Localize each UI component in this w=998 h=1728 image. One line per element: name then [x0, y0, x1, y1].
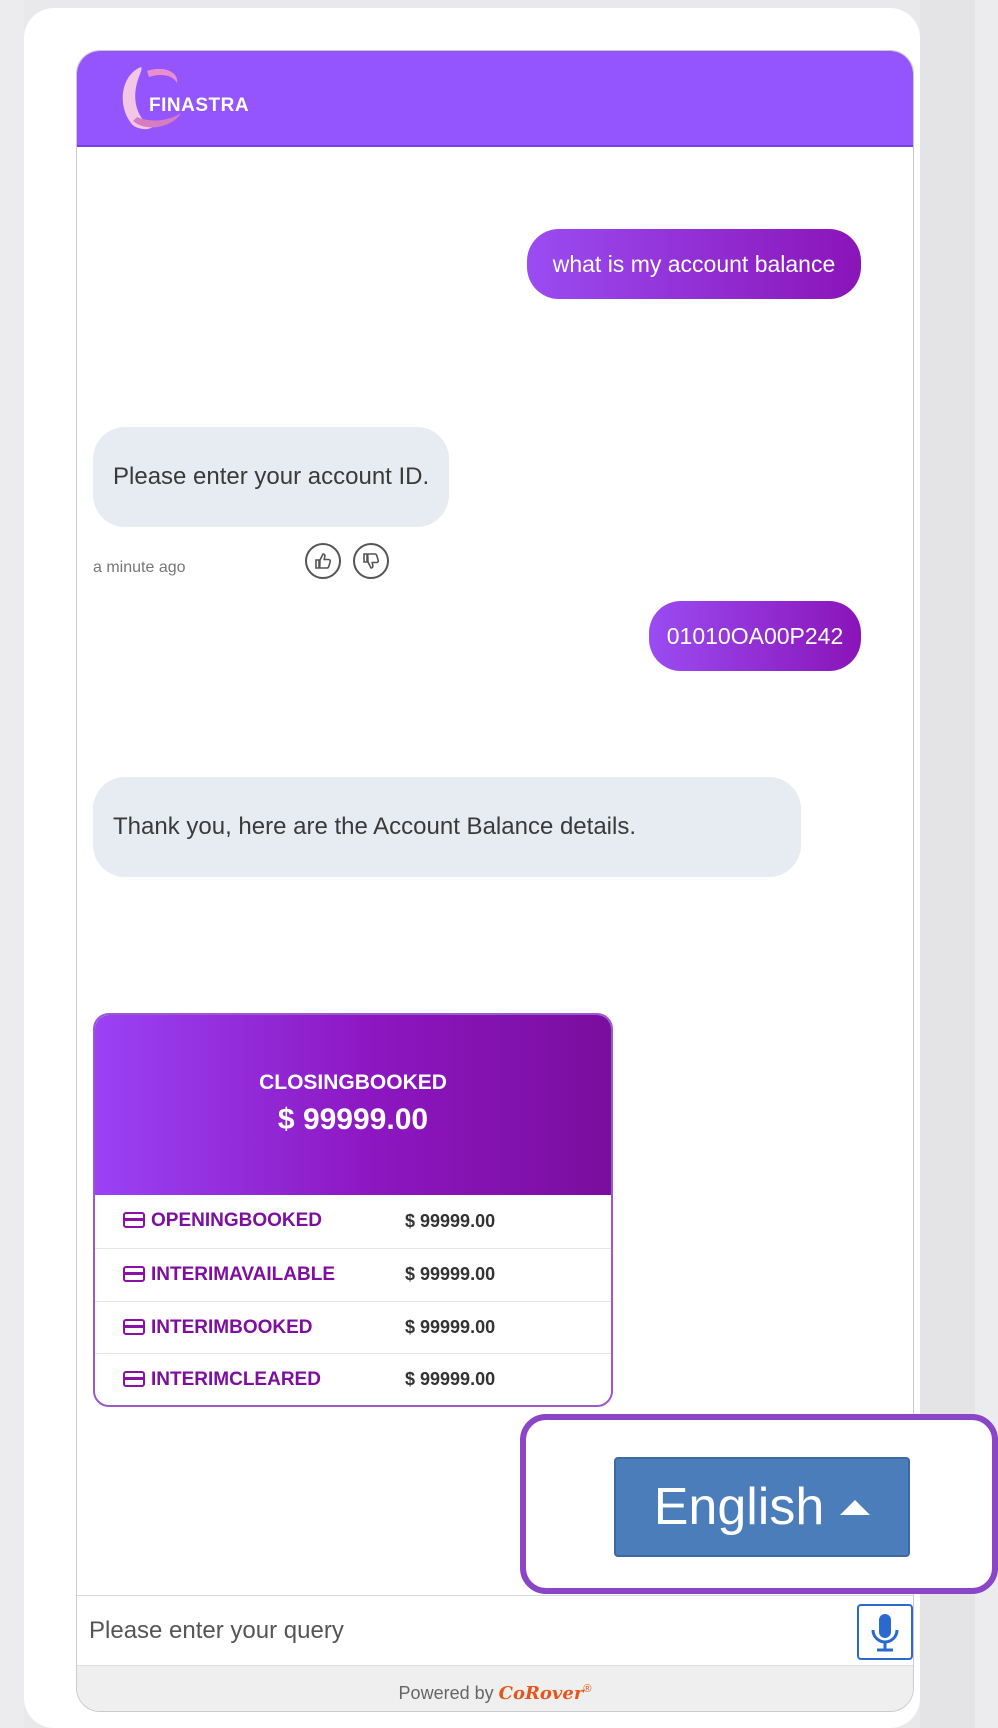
powered-by-footer: Powered by CoRover®: [77, 1665, 913, 1711]
balance-row: OPENINGBOOKED $ 99999.00: [95, 1195, 611, 1247]
balance-row-value: $ 99999.00: [405, 1210, 496, 1231]
user-message: what is my account balance: [527, 229, 861, 299]
card-icon: [123, 1266, 145, 1282]
bot-message: Thank you, here are the Account Balance …: [93, 777, 801, 877]
balance-row-label: OPENINGBOOKED: [151, 1210, 323, 1231]
microphone-button[interactable]: [857, 1604, 913, 1660]
query-input[interactable]: [89, 1606, 769, 1656]
balance-row-label: INTERIMCLEARED: [151, 1368, 321, 1390]
balance-row: INTERIMCLEARED $ 99999.00: [95, 1353, 611, 1405]
thumbs-up-icon[interactable]: [305, 543, 341, 579]
language-label: English: [653, 1478, 825, 1536]
powered-by-text: Powered by: [398, 1683, 494, 1703]
thumbs-down-icon[interactable]: [353, 543, 389, 579]
closing-booked-amount: $ 99999.00: [277, 1103, 429, 1136]
brand-name: FINASTRA: [149, 95, 250, 116]
message-timestamp: a minute ago: [93, 559, 186, 576]
balance-card: CLOSINGBOOKED $ 99999.00 OPENINGBOOKED $…: [93, 1013, 613, 1407]
registered-mark: ®: [583, 1683, 592, 1695]
balance-row: INTERIMAVAILABLE $ 99999.00: [95, 1248, 611, 1300]
caret-up-icon: [840, 1499, 871, 1515]
corover-logo: CoRover: [498, 1683, 584, 1704]
balance-row: INTERIMBOOKED $ 99999.00: [95, 1301, 611, 1353]
balance-row-value: $ 99999.00: [405, 1264, 496, 1284]
balance-row-label: INTERIMBOOKED: [151, 1316, 313, 1338]
balance-row-value: $ 99999.00: [405, 1317, 496, 1337]
query-bar: [77, 1595, 913, 1665]
balance-row-value: $ 99999.00: [405, 1369, 496, 1389]
user-message: 01010OA00P242: [649, 601, 861, 671]
balance-card-header: CLOSINGBOOKED $ 99999.00: [95, 1015, 611, 1195]
card-icon: [123, 1319, 145, 1335]
background-left: [0, 0, 24, 1728]
microphone-icon: [871, 1614, 899, 1652]
closing-booked-label: CLOSINGBOOKED: [259, 1071, 447, 1094]
language-selector[interactable]: English: [614, 1457, 910, 1557]
chat-header: FINASTRA: [77, 51, 913, 147]
card-icon: [123, 1212, 145, 1228]
balance-row-label: INTERIMAVAILABLE: [151, 1263, 336, 1285]
finastra-logo: FINASTRA: [107, 61, 267, 133]
bot-message: Please enter your account ID.: [93, 427, 449, 527]
card-icon: [123, 1371, 145, 1387]
